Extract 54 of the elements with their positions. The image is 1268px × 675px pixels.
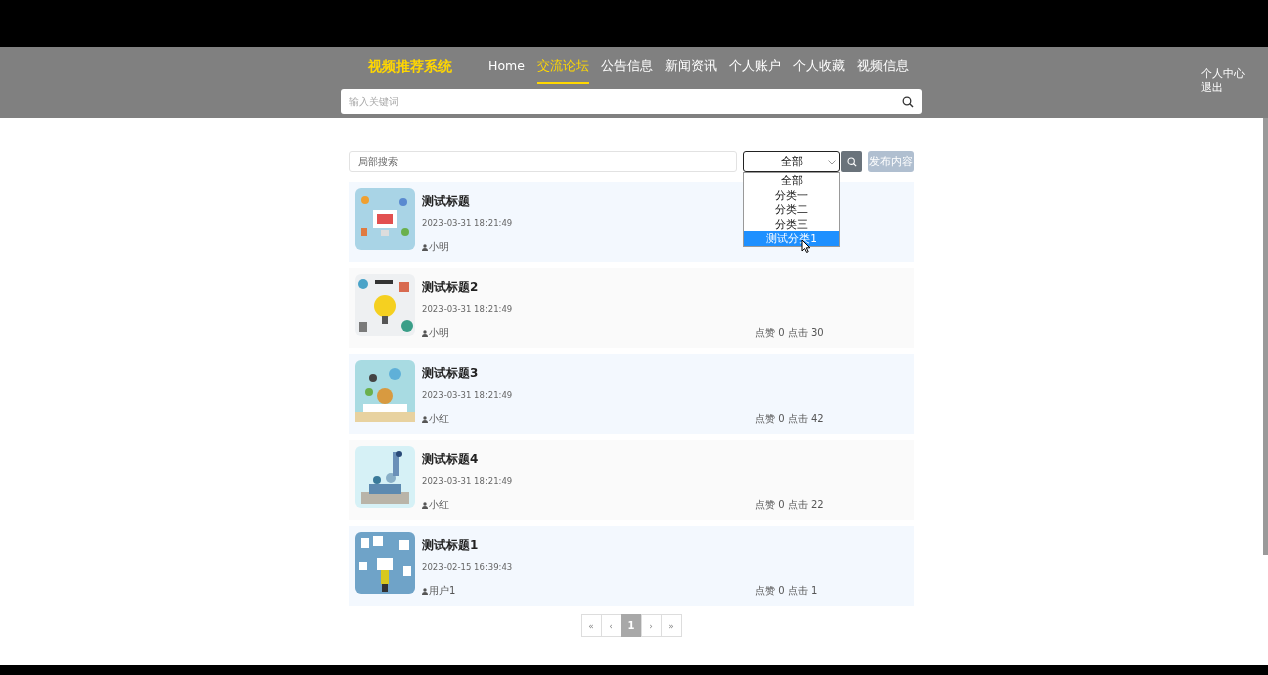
nav-link[interactable]: 公告信息 <box>600 58 653 84</box>
post-date: 2023-03-31 18:21:49 <box>422 304 513 314</box>
page-link[interactable]: › <box>640 614 662 637</box>
page-link[interactable]: « <box>580 614 602 637</box>
post-author: 小明 <box>429 240 449 254</box>
post-date: 2023-02-15 16:39:43 <box>422 562 513 572</box>
user-icon <box>422 329 428 337</box>
post-card[interactable]: 测试标题2 2023-03-31 18:21:49 小明 点赞 0 点击 30 <box>349 268 914 348</box>
user-icon <box>422 501 428 509</box>
nav-link[interactable]: Home <box>488 58 525 82</box>
post-title[interactable]: 测试标题 <box>422 193 470 210</box>
post-card[interactable]: 测试标题1 2023-02-15 16:39:43 用户1 点赞 0 点击 1 <box>349 526 914 606</box>
post-author: 小明 <box>429 326 449 340</box>
page-link[interactable]: ‹ <box>600 614 622 637</box>
post-stats: 点赞 0 点击 1 <box>755 584 818 598</box>
post-author: 小红 <box>429 412 449 426</box>
post-stats: 点赞 0 点击 42 <box>755 412 824 426</box>
search-field[interactable]: 输入关键词 <box>341 89 922 114</box>
nav-link[interactable]: 个人账户 <box>728 58 781 84</box>
post-date: 2023-03-31 18:21:49 <box>422 390 513 400</box>
post-stats: 点赞 0 点击 30 <box>755 326 824 340</box>
post-title[interactable]: 测试标题1 <box>422 537 479 554</box>
user-icon <box>422 587 428 595</box>
dropdown-option[interactable]: 测试分类1 <box>744 231 840 246</box>
post-date: 2023-03-31 18:21:49 <box>422 218 513 228</box>
post-title[interactable]: 测试标题4 <box>422 451 479 468</box>
page-link[interactable]: » <box>660 614 682 637</box>
search-icon <box>846 156 857 167</box>
caret-icon <box>828 160 837 165</box>
page-link[interactable]: 1 <box>620 614 642 637</box>
post-date: 2023-03-31 18:21:49 <box>422 476 513 486</box>
dropdown-option[interactable]: 分类二 <box>744 202 840 217</box>
post-stats: 点赞 0 点击 22 <box>755 498 824 512</box>
user-menu-link[interactable]: 个人中心 <box>1201 67 1245 81</box>
post-title[interactable]: 测试标题3 <box>422 365 479 382</box>
nav-link[interactable]: 视频信息 <box>856 58 909 84</box>
search-icon[interactable] <box>902 96 914 108</box>
post-card[interactable]: 测试标题3 2023-03-31 18:21:49 小红 点赞 0 点击 42 <box>349 354 914 434</box>
dropdown-option[interactable]: 分类一 <box>744 187 840 202</box>
category-select[interactable]: 全部 <box>743 151 841 172</box>
nav-link[interactable]: 新闻资讯 <box>664 58 717 84</box>
post-title[interactable]: 测试标题2 <box>422 279 479 296</box>
nav-link[interactable]: 个人收藏 <box>792 58 845 84</box>
search-button[interactable] <box>841 151 863 172</box>
user-icon <box>422 243 428 251</box>
site-logo[interactable]: 视频推荐系统 <box>368 58 452 76</box>
local-search-field[interactable]: 局部搜索 <box>349 151 738 172</box>
nav-link[interactable]: 交流论坛 <box>536 58 589 84</box>
post-author: 用户1 <box>429 584 456 598</box>
post-card[interactable]: 测试标题4 2023-03-31 18:21:49 小红 点赞 0 点击 22 <box>349 440 914 520</box>
post-author: 小红 <box>429 498 449 512</box>
user-menu-link[interactable]: 退出 <box>1201 81 1245 95</box>
dropdown-option[interactable]: 分类三 <box>744 216 840 231</box>
user-icon <box>422 415 428 423</box>
